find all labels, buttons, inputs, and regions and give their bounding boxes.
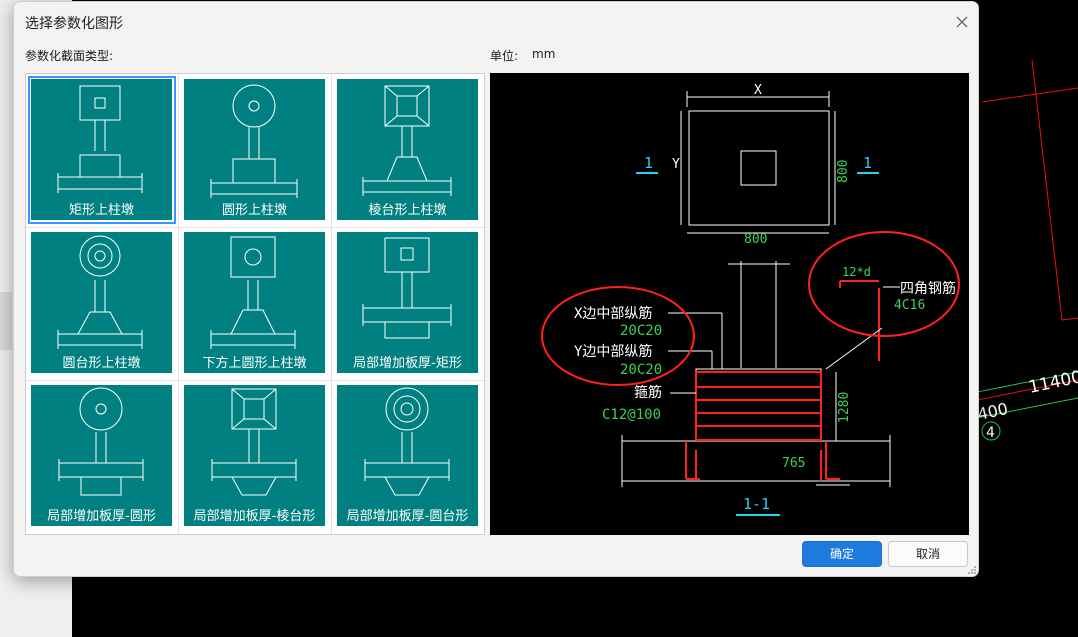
resize-grip-icon[interactable] <box>967 565 977 575</box>
dim-y-text: Y <box>672 157 680 172</box>
shape-tile: 局部增加板厚-矩形 <box>337 232 478 373</box>
dialog-title: 选择参数化图形 <box>25 16 123 32</box>
shape-option-rect-pier[interactable]: 矩形上柱墩 <box>28 76 176 224</box>
highlight-ellipse-left <box>541 286 695 386</box>
shape-option-frustum-pier[interactable]: 棱台形上柱墩 <box>334 76 482 224</box>
shape-caption: 棱台形上柱墩 <box>368 203 447 218</box>
shape-option-thicken-frustum[interactable]: 局部增加板厚-棱台形 <box>181 382 329 530</box>
close-button[interactable] <box>951 11 973 33</box>
unit-value: mm <box>532 47 556 61</box>
grid-divider <box>178 74 179 534</box>
bg-red-line <box>1031 59 1063 321</box>
section-mark-right: 1 <box>863 154 872 172</box>
shape-caption: 圆形上柱墩 <box>221 203 287 218</box>
shape-tile: 局部增加板厚-圆形 <box>31 385 172 526</box>
stirrup-label: 箍筋 <box>634 384 662 401</box>
section-type-label: 参数化截面类型: <box>25 49 114 63</box>
shape-tile: 局部增加板厚-棱台形 <box>184 385 325 526</box>
dim-pier-height-text: 1280 <box>837 392 852 423</box>
grid-divider <box>26 380 484 381</box>
cancel-button[interactable]: 取消 <box>888 541 968 567</box>
x-rebar-label: X边中部纵筋 <box>574 305 652 322</box>
shape-tile: 棱台形上柱墩 <box>337 79 478 220</box>
plan-column <box>740 150 777 186</box>
shape-caption: 局部增加板厚-圆台形 <box>346 509 469 524</box>
stirrup-value: C12@100 <box>602 407 661 423</box>
dim-width-text: 800 <box>744 232 767 247</box>
bg-dim-text-1: 11400 <box>1027 367 1078 398</box>
shape-tile: 局部增加板厚-圆台形 <box>337 385 478 526</box>
grid-divider <box>26 227 484 228</box>
shape-caption: 圆台形上柱墩 <box>62 356 141 371</box>
section-mark-left: 1 <box>644 154 653 172</box>
background-panel-strip <box>0 292 12 350</box>
shape-option-round-pier[interactable]: 圆形上柱墩 <box>181 76 329 224</box>
shape-option-thicken-round[interactable]: 局部增加板厚-圆形 <box>28 382 176 530</box>
dim-height-text: 800 <box>836 160 851 183</box>
preview-drawing: X Y 800 800 1 1 1280 765 1-1 X边中部纵筋 20C2… <box>541 83 960 516</box>
shape-tile: 圆台形上柱墩 <box>31 232 172 373</box>
shape-tile: 圆形上柱墩 <box>184 79 325 220</box>
shape-caption: 矩形上柱墩 <box>68 203 134 218</box>
y-rebar-label: Y边中部纵筋 <box>574 343 652 360</box>
section-view: 1280 765 1-1 <box>621 261 891 516</box>
corner-rebar-label: 四角钢筋 <box>900 280 956 297</box>
shape-option-thicken-rect[interactable]: 局部增加板厚-矩形 <box>334 229 482 377</box>
shape-option-square-round-pier[interactable]: 下方上圆形上柱墩 <box>181 229 329 377</box>
shape-grid: 矩形上柱墩 圆形上柱墩 棱台形上柱墩 圆台形上柱墩 下方上圆形上柱墩 局部增加板… <box>25 73 485 535</box>
shape-caption: 局部增加板厚-圆形 <box>47 509 156 524</box>
close-icon <box>956 16 968 28</box>
dim-offset-text: 765 <box>782 456 805 471</box>
bg-axis-tag: 4 <box>986 425 995 441</box>
bg-dim-text-2: 400 <box>976 399 1010 424</box>
shape-caption: 局部增加板厚-棱台形 <box>193 509 316 524</box>
shape-tile: 矩形上柱墩 <box>31 79 172 220</box>
shape-preview: X Y 800 800 1 1 1280 765 1-1 X边中部纵筋 20C2… <box>490 73 969 535</box>
section-title: 1-1 <box>743 495 770 513</box>
grid-divider <box>331 74 332 534</box>
bg-red-line <box>1061 317 1078 321</box>
plan-outline <box>688 110 830 226</box>
anchor-length-text: 12*d <box>842 265 871 279</box>
y-rebar-value: 20C20 <box>620 362 662 378</box>
shape-caption: 局部增加板厚-矩形 <box>353 356 462 371</box>
plan-view: X Y 800 800 1 1 <box>636 83 879 247</box>
ok-button[interactable]: 确定 <box>802 541 882 567</box>
shape-option-thicken-round-frustum[interactable]: 局部增加板厚-圆台形 <box>334 382 482 530</box>
unit-label: 单位: <box>490 49 519 63</box>
corner-rebar-value: 4C16 <box>894 298 925 313</box>
x-rebar-value: 20C20 <box>620 323 662 339</box>
shape-option-round-frustum-pier[interactable]: 圆台形上柱墩 <box>28 229 176 377</box>
dim-x-text: X <box>754 83 762 98</box>
select-parametric-shape-dialog: 选择参数化图形 参数化截面类型: 单位: mm 矩形上柱墩 圆形上柱墩 棱台形上… <box>13 1 979 577</box>
shape-caption: 下方上圆形上柱墩 <box>202 356 307 371</box>
shape-tile: 下方上圆形上柱墩 <box>184 232 325 373</box>
bg-red-line <box>981 87 1078 103</box>
